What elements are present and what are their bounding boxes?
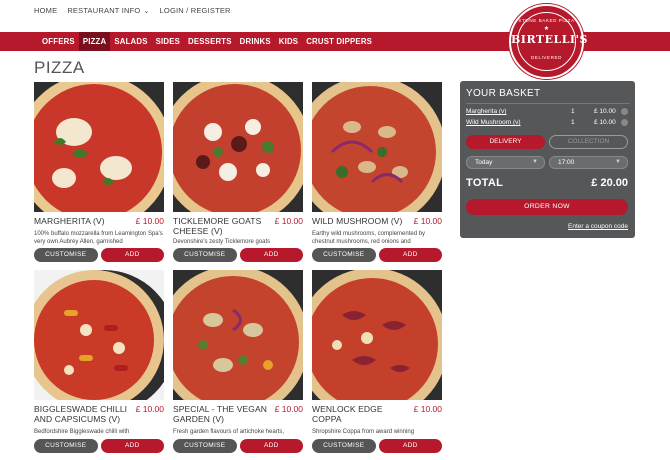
basket-item: Margherita (v) 1 £ 10.00 <box>466 108 631 118</box>
category-nav: OFFERS PIZZA SALADS SIDES DESSERTS DRINK… <box>38 32 376 51</box>
tab-sides[interactable]: SIDES <box>152 32 184 51</box>
nav-home-link[interactable]: HOME <box>34 6 57 15</box>
basket-item: Wild Mushroom (v) 1 £ 10.00 <box>466 119 631 129</box>
remove-item-icon[interactable] <box>621 119 628 126</box>
basket-item-price: £ 10.00 <box>594 119 616 126</box>
time-select[interactable]: 17:00 ▼ <box>549 156 628 169</box>
collection-toggle[interactable]: COLLECTION <box>549 135 628 149</box>
customise-button[interactable]: CUSTOMISE <box>312 439 376 453</box>
pizza-price: £ 10.00 <box>135 404 164 414</box>
chevron-down-icon: ▼ <box>532 159 538 165</box>
pizza-description: Earthy wild mushrooms, complemented by c… <box>312 231 426 245</box>
pizza-price: £ 10.00 <box>413 404 442 414</box>
add-button[interactable]: ADD <box>100 439 164 453</box>
logo-name: BIRTELLI'S <box>511 33 588 46</box>
pizza-image-vegan-garden[interactable] <box>173 270 303 400</box>
tab-drinks[interactable]: DRINKS <box>236 32 275 51</box>
customise-button[interactable]: CUSTOMISE <box>34 248 98 262</box>
pizza-price: £ 10.00 <box>135 216 164 226</box>
pizza-title: TICKLEMORE GOATS CHEESE (V) <box>173 216 262 236</box>
basket-title: YOUR BASKET <box>466 88 541 99</box>
pizza-image-ticklemore[interactable] <box>173 82 303 212</box>
chevron-down-icon: ▼ <box>615 159 621 165</box>
pizza-title: SPECIAL - THE VEGAN GARDEN (V) <box>173 404 268 424</box>
pizza-title: WILD MUSHROOM (V) <box>312 216 403 226</box>
customise-button[interactable]: CUSTOMISE <box>312 248 376 262</box>
tab-pizza[interactable]: PIZZA <box>78 32 111 51</box>
pizza-actions: CUSTOMISE ADD <box>34 439 164 453</box>
star-icon: ★ <box>543 26 550 32</box>
pizza-actions: CUSTOMISE ADD <box>173 439 303 453</box>
pizza-title: BIGGLESWADE CHILLI AND CAPSICUMS (V) <box>34 404 128 424</box>
pizza-description: Devonshire's zesty Ticklemore goats <box>173 239 271 245</box>
logo-arc-bottom: DELIVERED <box>531 55 562 60</box>
customise-button[interactable]: CUSTOMISE <box>173 248 237 262</box>
pizza-description: Shropshire Coppa from award winning <box>312 429 415 435</box>
pizza-actions: CUSTOMISE ADD <box>312 248 442 262</box>
nav-restaurant-info-link[interactable]: RESTAURANT INFO ⌄ <box>67 6 149 15</box>
pizza-description: Fresh garden flavours of artichoke heart… <box>173 429 285 435</box>
add-button[interactable]: ADD <box>378 439 442 453</box>
delivery-toggle[interactable]: DELIVERY <box>466 135 545 149</box>
day-select[interactable]: Today ▼ <box>466 156 545 169</box>
basket-item-name[interactable]: Margherita (v) <box>466 108 506 115</box>
order-now-button[interactable]: ORDER NOW <box>466 199 628 215</box>
tab-salads[interactable]: SALADS <box>110 32 151 51</box>
pizza-description: Bedfordshire Biggleswade chilli with <box>34 429 130 435</box>
pizza-price: £ 10.00 <box>274 404 303 414</box>
logo-arc-top: STONE BAKED PIZZA <box>518 18 575 23</box>
basket-item-qty: 1 <box>571 108 575 115</box>
chevron-down-icon: ⌄ <box>143 8 150 15</box>
top-nav: HOME RESTAURANT INFO ⌄ LOGIN / REGISTER <box>34 6 231 15</box>
add-button[interactable]: ADD <box>239 439 303 453</box>
pizza-actions: CUSTOMISE ADD <box>173 248 303 262</box>
brand-logo[interactable]: STONE BAKED PIZZA ★ BIRTELLI'S DELIVERED <box>509 4 588 79</box>
add-button[interactable]: ADD <box>100 248 164 262</box>
coupon-link[interactable]: Enter a coupon code <box>568 223 628 230</box>
pizza-image-margherita[interactable] <box>34 82 164 212</box>
total-value: £ 20.00 <box>591 177 628 189</box>
basket-item-name[interactable]: Wild Mushroom (v) <box>466 119 521 126</box>
basket-item-qty: 1 <box>571 119 575 126</box>
pizza-title: WENLOCK EDGE COPPA <box>312 404 383 424</box>
page-title: PIZZA <box>34 58 85 77</box>
pizza-title: MARGHERITA (V) <box>34 216 105 226</box>
pizza-image-biggleswade[interactable] <box>34 270 164 400</box>
pizza-actions: CUSTOMISE ADD <box>34 248 164 262</box>
nav-login-link[interactable]: LOGIN / REGISTER <box>160 6 231 15</box>
basket-divider <box>466 103 630 104</box>
pizza-description: 100% buffalo mozzarella from Leamington … <box>34 231 163 245</box>
tab-desserts[interactable]: DESSERTS <box>184 32 236 51</box>
pizza-image-wenlock-coppa[interactable] <box>312 270 442 400</box>
basket-item-price: £ 10.00 <box>594 108 616 115</box>
day-select-value: Today <box>475 159 493 166</box>
pizza-price: £ 10.00 <box>274 216 303 226</box>
pizza-price: £ 10.00 <box>413 216 442 226</box>
nav-restaurant-info-label: RESTAURANT INFO <box>67 6 141 15</box>
tab-kids[interactable]: KIDS <box>275 32 302 51</box>
pizza-image-wild-mushroom[interactable] <box>312 82 442 212</box>
total-label: TOTAL <box>466 177 504 189</box>
basket-panel: YOUR BASKET Margherita (v) 1 £ 10.00 Wil… <box>460 81 635 238</box>
customise-button[interactable]: CUSTOMISE <box>173 439 237 453</box>
tab-offers[interactable]: OFFERS <box>38 32 79 51</box>
tab-crust-dippers[interactable]: CRUST DIPPERS <box>302 32 376 51</box>
add-button[interactable]: ADD <box>239 248 303 262</box>
remove-item-icon[interactable] <box>621 108 628 115</box>
pizza-actions: CUSTOMISE ADD <box>312 439 442 453</box>
time-select-value: 17:00 <box>558 159 575 166</box>
add-button[interactable]: ADD <box>378 248 442 262</box>
customise-button[interactable]: CUSTOMISE <box>34 439 98 453</box>
